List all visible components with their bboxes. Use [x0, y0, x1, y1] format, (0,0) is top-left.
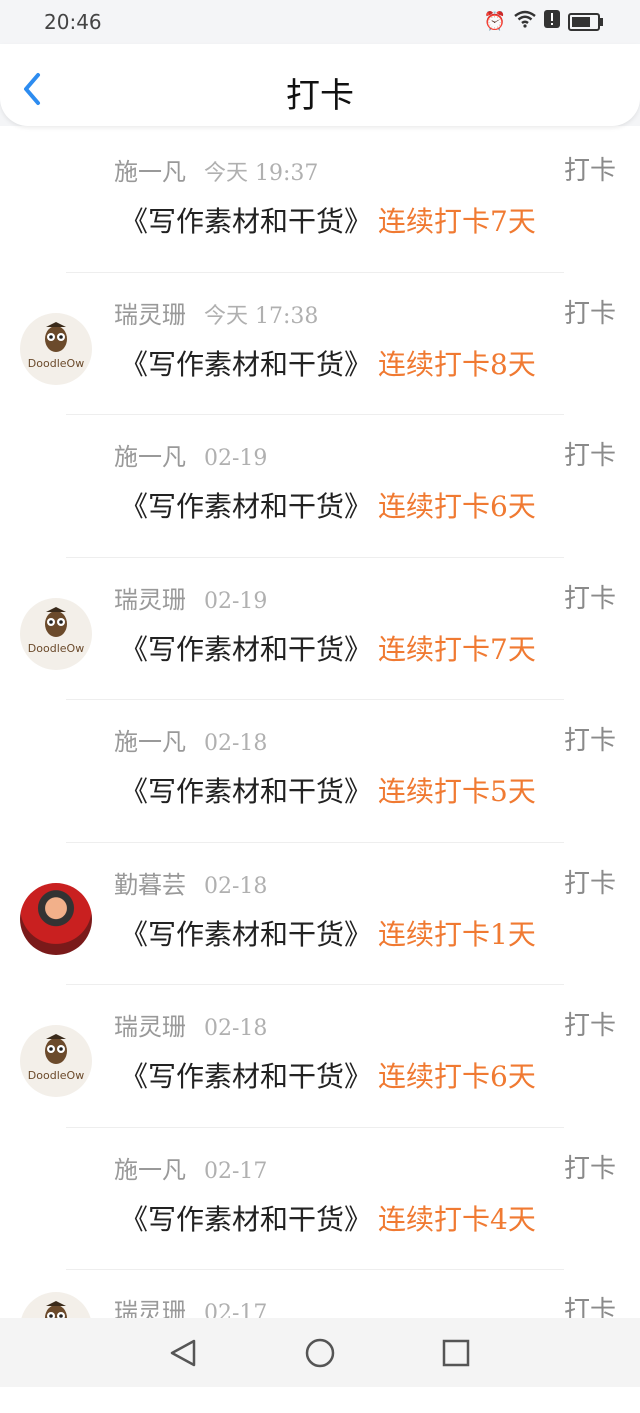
checkin-tag: 打卡	[563, 441, 616, 471]
wifi-icon	[514, 10, 536, 34]
recents-square-icon[interactable]	[441, 1338, 471, 1368]
post-time: 02-17	[204, 1158, 268, 1184]
header: 打卡	[0, 44, 640, 126]
list-item[interactable]: 勤暮芸 02-18 打卡 《写作素材和干货》 连续打卡1天	[0, 843, 640, 985]
streak-text: 连续打卡5天	[378, 775, 536, 808]
owl-logo-icon: DoodleOw	[28, 321, 84, 370]
checkin-tag: 打卡	[563, 1153, 616, 1184]
status-bar: 20:46 ⏰	[0, 0, 640, 44]
streak-text: 连续打卡4天	[378, 1202, 536, 1236]
avatar[interactable]	[20, 882, 92, 955]
checkin-list: 施一凡 今天 19:37 打卡 《写作素材和干货》 连续打卡7天 DoodleOw …	[0, 130, 640, 1413]
streak-text: 连续打卡6天	[378, 1060, 536, 1093]
list-item[interactable]: DoodleOw 瑞灵珊 02-19 打卡 《写作素材和干货》 连续打卡7天	[0, 558, 640, 700]
post-time: 02-18	[204, 731, 268, 756]
status-icons: ⏰	[483, 10, 603, 34]
list-item[interactable]: 施一凡 02-17 打卡 《写作素材和干货》 连续打卡4天	[0, 1128, 640, 1270]
streak-text: 连续打卡7天	[378, 632, 536, 666]
user-name[interactable]: 施一凡	[114, 158, 186, 186]
user-name[interactable]: 施一凡	[114, 728, 186, 756]
streak-text: 连续打卡8天	[378, 347, 536, 381]
book-title[interactable]: 《写作素材和干货》	[120, 633, 372, 666]
checkin-tag: 打卡	[563, 583, 616, 614]
list-item[interactable]: DoodleOw 瑞灵珊 02-18 打卡 《写作素材和干货》 连续打卡6天	[0, 985, 640, 1128]
checkin-tag: 打卡	[563, 1011, 616, 1041]
user-name[interactable]: 瑞灵珊	[114, 586, 186, 614]
home-circle-icon[interactable]	[305, 1338, 335, 1368]
back-triangle-icon[interactable]	[168, 1338, 198, 1368]
post-time: 今天 17:38	[204, 303, 319, 329]
avatar[interactable]: DoodleOw	[20, 597, 92, 670]
post-time: 02-18	[204, 873, 268, 899]
status-time: 20:46	[44, 10, 102, 34]
avatar[interactable]: DoodleOw	[20, 312, 92, 385]
streak-text: 连续打卡6天	[378, 490, 536, 523]
user-name[interactable]: 瑞灵珊	[114, 301, 186, 329]
alert-icon	[544, 10, 560, 34]
checkin-tag: 打卡	[563, 726, 616, 756]
post-time: 02-19	[204, 446, 268, 471]
system-nav-bar	[0, 1318, 640, 1387]
checkin-tag: 打卡	[563, 156, 616, 186]
page-title: 打卡	[286, 76, 354, 116]
book-title[interactable]: 《写作素材和干货》	[120, 490, 372, 523]
alarm-icon: ⏰	[483, 11, 506, 32]
book-title[interactable]: 《写作素材和干货》	[120, 348, 372, 381]
list-item[interactable]: 施一凡 02-18 打卡 《写作素材和干货》 连续打卡5天	[0, 700, 640, 843]
book-title[interactable]: 《写作素材和干货》	[120, 1060, 372, 1093]
book-title[interactable]: 《写作素材和干货》	[120, 1203, 372, 1236]
post-time: 02-18	[204, 1016, 268, 1041]
avatar[interactable]: DoodleOw	[20, 1025, 92, 1097]
post-time: 今天 19:37	[204, 161, 319, 186]
user-name[interactable]: 勤暮芸	[114, 871, 186, 899]
list-item[interactable]: DoodleOw 瑞灵珊 今天 17:38 打卡 《写作素材和干货》 连续打卡8天	[0, 273, 640, 415]
owl-logo-icon: DoodleOw	[28, 1034, 84, 1082]
battery-icon	[568, 13, 603, 31]
list-item[interactable]: 施一凡 02-19 打卡 《写作素材和干货》 连续打卡6天	[0, 415, 640, 558]
post-time: 02-19	[204, 588, 268, 614]
checkin-tag: 打卡	[563, 868, 616, 899]
user-name[interactable]: 瑞灵珊	[114, 1013, 186, 1041]
svg-text:DoodleOw: DoodleOw	[28, 1069, 84, 1082]
streak-text: 连续打卡7天	[378, 205, 536, 238]
checkin-tag: 打卡	[563, 298, 616, 329]
book-title[interactable]: 《写作素材和干货》	[120, 205, 372, 238]
svg-text:DoodleOw: DoodleOw	[28, 642, 84, 655]
list-item[interactable]: 施一凡 今天 19:37 打卡 《写作素材和干货》 连续打卡7天	[0, 130, 640, 273]
owl-logo-icon: DoodleOw	[28, 606, 84, 655]
book-title[interactable]: 《写作素材和干货》	[120, 775, 372, 808]
svg-text:DoodleOw: DoodleOw	[28, 357, 84, 370]
streak-text: 连续打卡1天	[378, 917, 536, 951]
book-title[interactable]: 《写作素材和干货》	[120, 918, 372, 951]
user-name[interactable]: 施一凡	[114, 443, 186, 471]
user-name[interactable]: 施一凡	[114, 1156, 186, 1184]
